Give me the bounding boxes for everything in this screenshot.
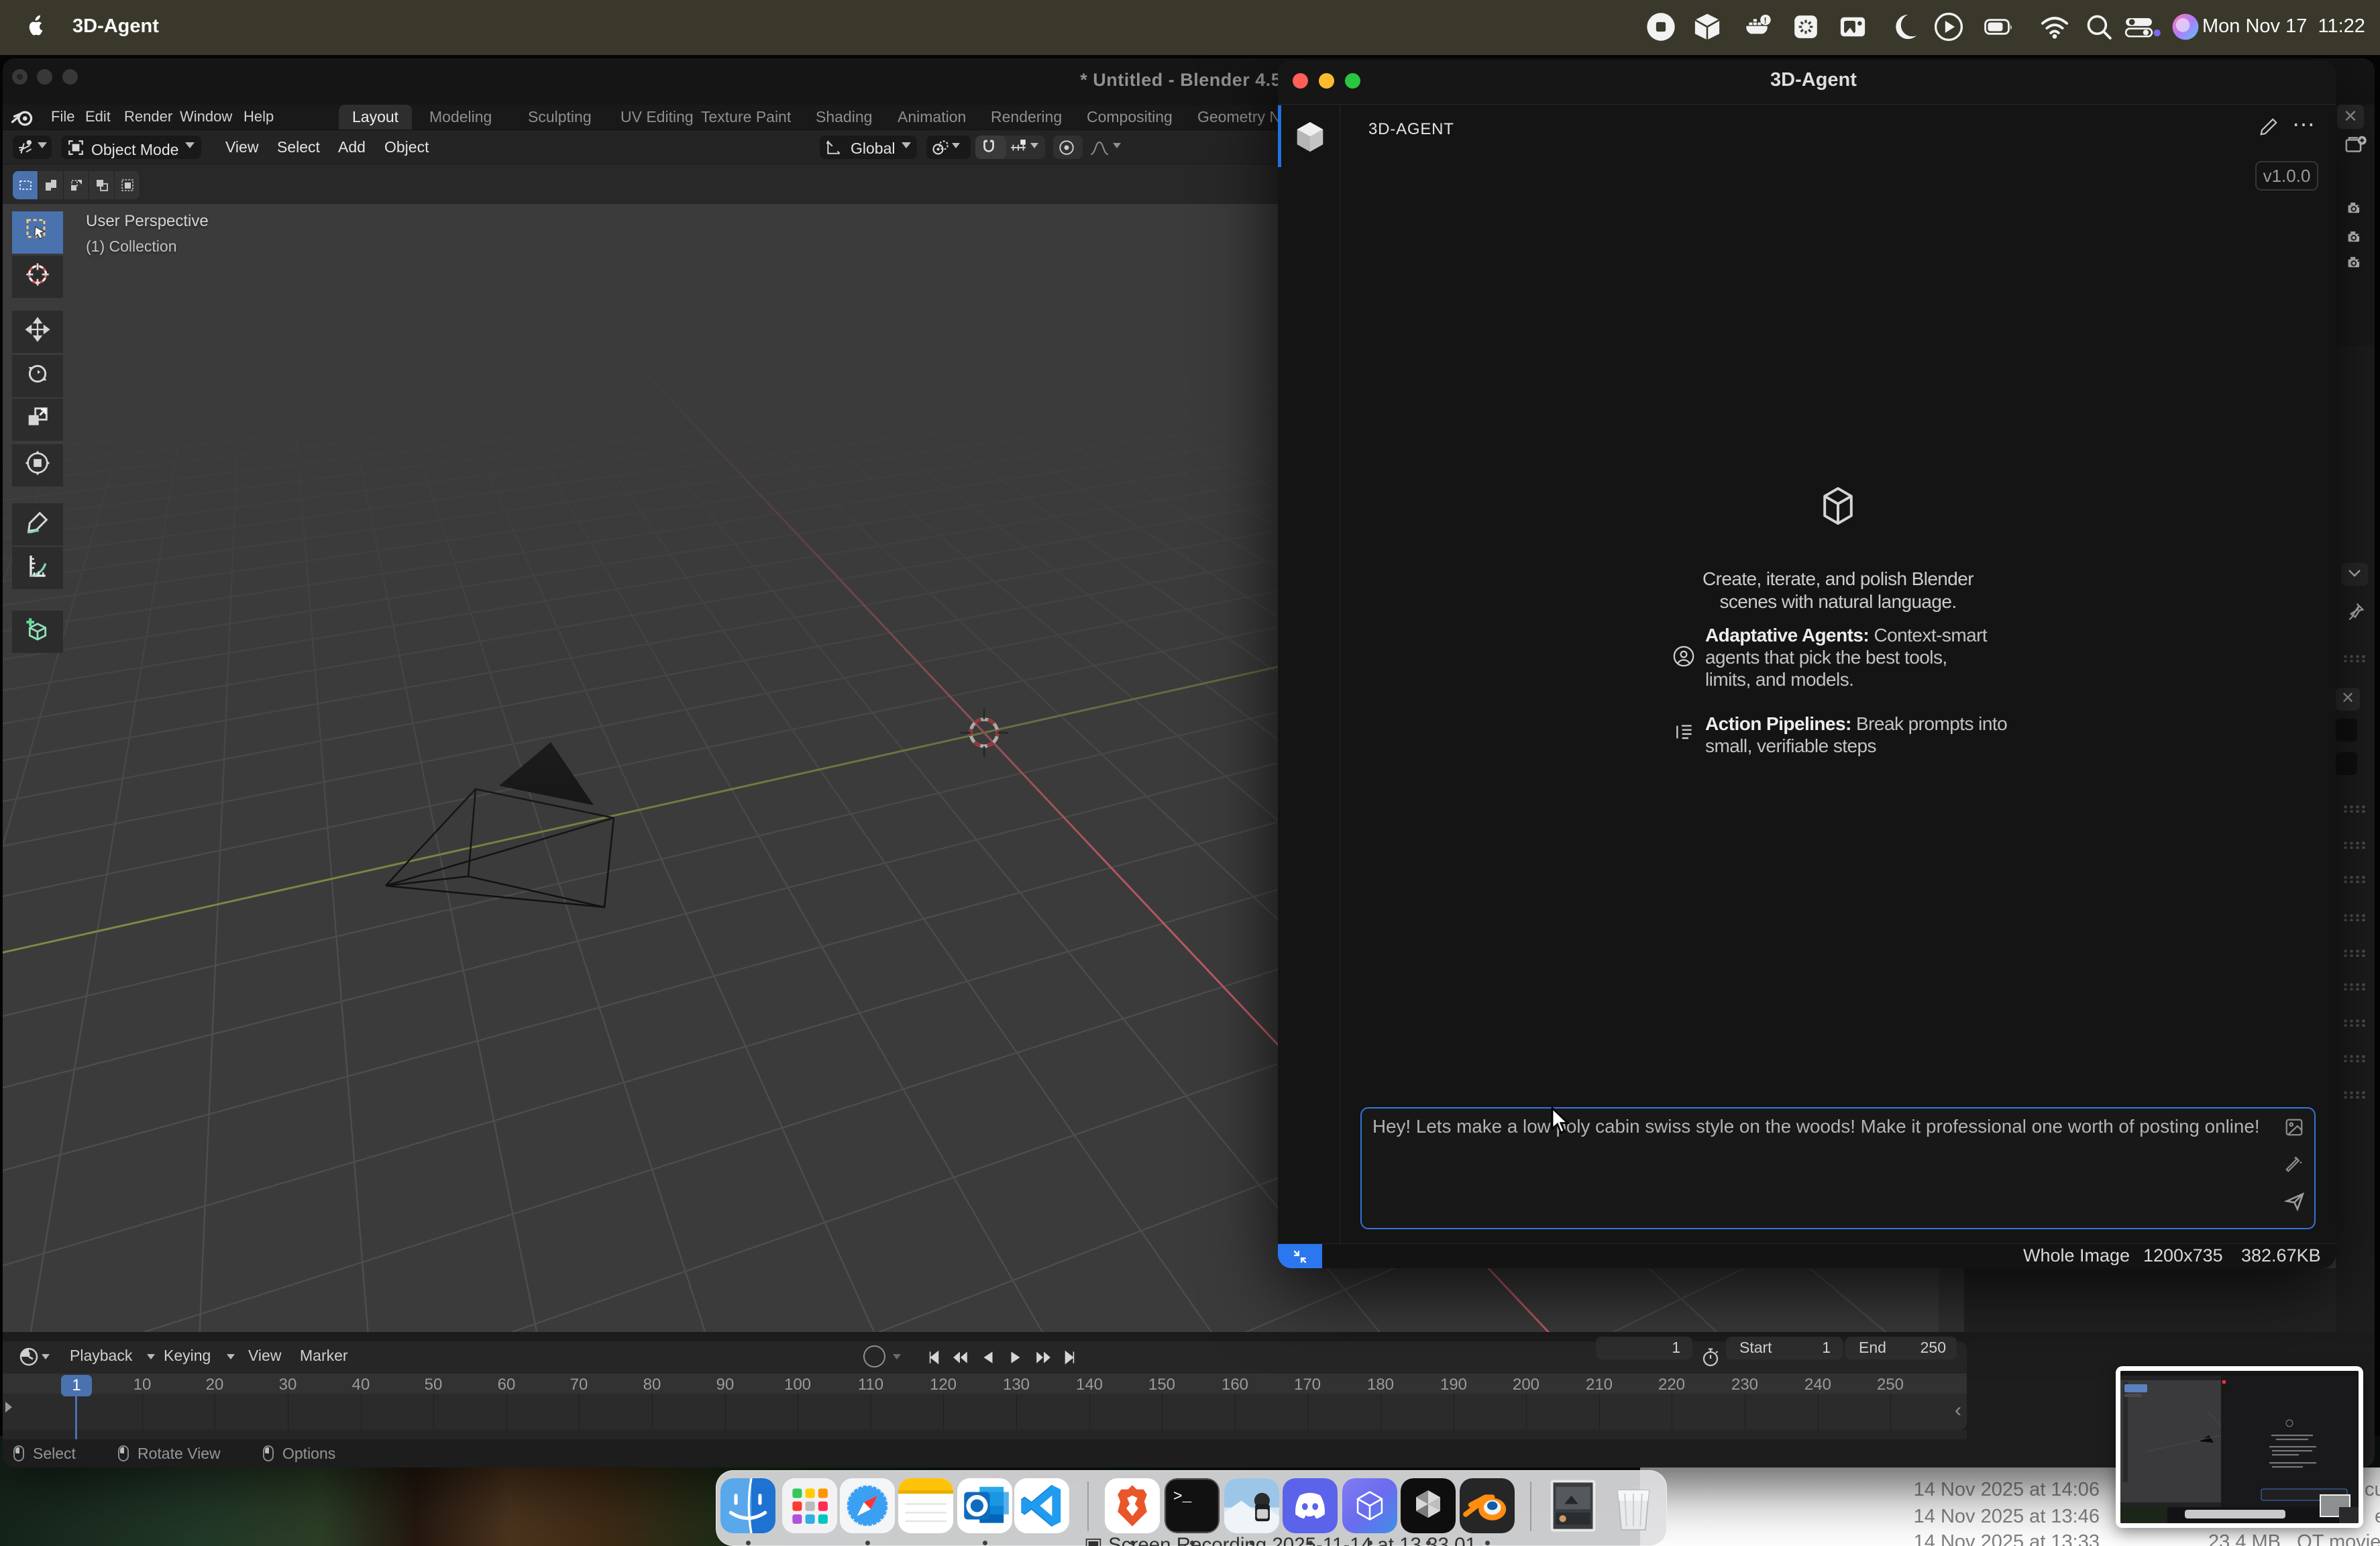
svg-text:>_: >_ (1173, 1488, 1192, 1505)
svg-text:!: ! (1764, 15, 1766, 25)
